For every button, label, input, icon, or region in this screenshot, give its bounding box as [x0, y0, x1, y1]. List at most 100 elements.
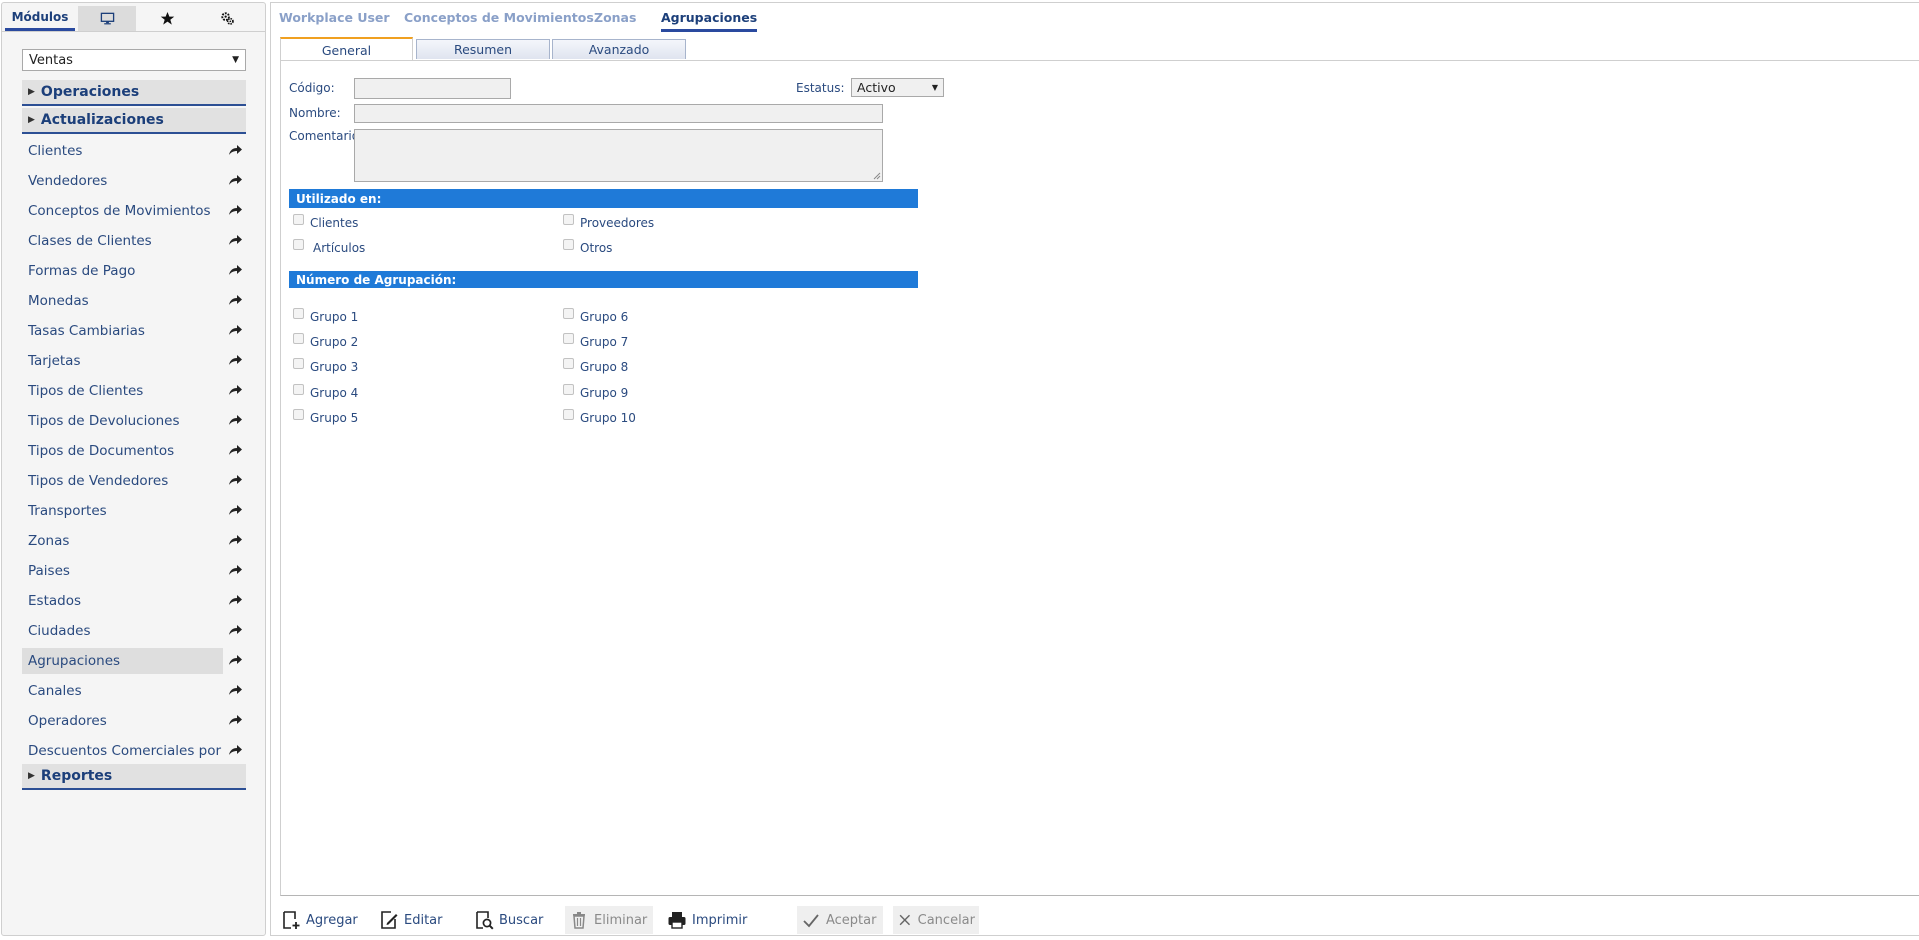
sidebar-item-tipos-de-vendedores[interactable]: Tipos de Vendedores [22, 468, 223, 494]
codigo-field[interactable] [354, 78, 511, 99]
comentario-textarea[interactable] [354, 129, 883, 182]
sidebar-item-ciudades[interactable]: Ciudades [22, 618, 223, 644]
share-arrow-icon[interactable] [227, 262, 243, 278]
checkbox-box[interactable] [293, 238, 304, 250]
share-arrow-icon[interactable] [227, 382, 243, 398]
sidebar-item-operadores[interactable]: Operadores [22, 708, 223, 734]
aceptar-button[interactable]: Aceptar [797, 906, 883, 934]
checkbox-box[interactable] [563, 383, 574, 395]
nombre-field[interactable] [354, 104, 883, 123]
tab-settings[interactable] [198, 6, 256, 31]
sidebar-item-monedas[interactable]: Monedas [22, 288, 223, 314]
sidebar-item-descuentos-comerciales-por-v[interactable]: Descuentos Comerciales por V [22, 738, 223, 764]
sidebar-item-paises[interactable]: Paises [22, 558, 223, 584]
checkbox-articulos[interactable]: Artículos [293, 238, 365, 255]
estatus-label: Estatus: [796, 81, 845, 95]
share-arrow-icon[interactable] [227, 202, 243, 218]
sidebar-item-tarjetas[interactable]: Tarjetas [22, 348, 223, 374]
eliminar-button[interactable]: Eliminar [565, 906, 653, 934]
share-arrow-icon[interactable] [227, 292, 243, 308]
checkbox-box[interactable] [293, 383, 304, 395]
checkbox-proveedores[interactable]: Proveedores [563, 213, 654, 230]
checkbox-box[interactable] [293, 408, 304, 420]
checkbox-grupo-4[interactable]: Grupo 4 [293, 383, 358, 400]
sidebar-item-zonas[interactable]: Zonas [22, 528, 223, 554]
checkbox-box[interactable] [293, 332, 304, 344]
subtab-resumen[interactable]: Resumen [416, 39, 550, 59]
checkbox-grupo-10[interactable]: Grupo 10 [563, 408, 636, 425]
sidebar-item-estados[interactable]: Estados [22, 588, 223, 614]
checkbox-grupo-6[interactable]: Grupo 6 [563, 307, 628, 324]
section-reportes[interactable]: ▶ Reportes [22, 764, 246, 790]
subtab-general[interactable]: General [280, 37, 413, 61]
tab-agrupaciones[interactable]: Agrupaciones [661, 10, 758, 32]
sidebar-item-canales[interactable]: Canales [22, 678, 223, 704]
tab-workplace-user[interactable]: Workplace User [279, 10, 390, 29]
sidebar-item-transportes[interactable]: Transportes [22, 498, 223, 524]
agregar-button[interactable]: Agregar [277, 906, 362, 934]
checkbox-box[interactable] [563, 307, 574, 319]
share-arrow-icon[interactable] [227, 712, 243, 728]
estatus-select[interactable]: Activo ▼ [851, 78, 944, 97]
checkbox-box[interactable] [293, 213, 304, 225]
sidebar-item-clases-de-clientes[interactable]: Clases de Clientes [22, 228, 223, 254]
cancelar-button[interactable]: Cancelar [893, 906, 979, 934]
tab-favorites[interactable] [138, 6, 196, 31]
sidebar-item-tipos-de-devoluciones[interactable]: Tipos de Devoluciones [22, 408, 223, 434]
checkbox-otros[interactable]: Otros [563, 238, 612, 255]
share-arrow-icon[interactable] [227, 502, 243, 518]
tab-desktop[interactable] [78, 6, 136, 31]
module-select[interactable]: Ventas ▼ [22, 49, 246, 71]
tab-conceptos-movimientos[interactable]: Conceptos de Movimientos [404, 10, 594, 29]
share-arrow-icon[interactable] [227, 742, 243, 758]
checkbox-grupo-9[interactable]: Grupo 9 [563, 383, 628, 400]
share-arrow-icon[interactable] [227, 352, 243, 368]
checkbox-grupo-7[interactable]: Grupo 7 [563, 332, 628, 349]
share-arrow-icon[interactable] [227, 472, 243, 488]
share-arrow-icon[interactable] [227, 142, 243, 158]
checkbox-grupo-5[interactable]: Grupo 5 [293, 408, 358, 425]
sidebar-item-vendedores[interactable]: Vendedores [22, 168, 223, 194]
share-arrow-icon[interactable] [227, 412, 243, 428]
sidebar-item-tipos-de-documentos[interactable]: Tipos de Documentos [22, 438, 223, 464]
editar-button[interactable]: Editar [375, 906, 447, 934]
section-operaciones[interactable]: ▶ Operaciones [22, 80, 246, 106]
section-actualizaciones[interactable]: ▶ Actualizaciones [22, 108, 246, 134]
sidebar-item-tipos-de-clientes[interactable]: Tipos de Clientes [22, 378, 223, 404]
checkbox-box[interactable] [293, 307, 304, 319]
sidebar-item-conceptos-de-movimientos[interactable]: Conceptos de Movimientos [22, 198, 223, 224]
share-arrow-icon[interactable] [227, 592, 243, 608]
share-arrow-icon[interactable] [227, 532, 243, 548]
share-arrow-icon[interactable] [227, 652, 243, 668]
sidebar-item-formas-de-pago[interactable]: Formas de Pago [22, 258, 223, 284]
checkbox-grupo-1[interactable]: Grupo 1 [293, 307, 358, 324]
share-arrow-icon[interactable] [227, 682, 243, 698]
star-icon [160, 11, 174, 25]
checkbox-box[interactable] [563, 213, 574, 225]
share-arrow-icon[interactable] [227, 442, 243, 458]
sidebar-item-tasas-cambiarias[interactable]: Tasas Cambiarias [22, 318, 223, 344]
sidebar-item-agrupaciones[interactable]: Agrupaciones [22, 648, 223, 674]
subtab-avanzado[interactable]: Avanzado [552, 39, 686, 59]
sidebar-item-clientes[interactable]: Clientes [22, 138, 223, 164]
gear-icon [220, 12, 234, 25]
checkbox-box[interactable] [293, 357, 304, 369]
checkbox-box[interactable] [563, 408, 574, 420]
share-arrow-icon[interactable] [227, 172, 243, 188]
share-arrow-icon[interactable] [227, 562, 243, 578]
tab-modulos[interactable]: Módulos [5, 6, 75, 31]
share-arrow-icon[interactable] [227, 622, 243, 638]
tab-zonas[interactable]: Zonas [594, 10, 636, 29]
checkbox-grupo-8[interactable]: Grupo 8 [563, 357, 628, 374]
checkbox-clientes[interactable]: Clientes [293, 213, 358, 230]
share-arrow-icon[interactable] [227, 322, 243, 338]
imprimir-button[interactable]: Imprimir [663, 906, 751, 934]
resize-grip-icon[interactable] [873, 172, 881, 180]
checkbox-grupo-3[interactable]: Grupo 3 [293, 357, 358, 374]
share-arrow-icon[interactable] [227, 232, 243, 248]
checkbox-box[interactable] [563, 238, 574, 250]
checkbox-box[interactable] [563, 357, 574, 369]
checkbox-box[interactable] [563, 332, 574, 344]
buscar-button[interactable]: Buscar [470, 906, 547, 934]
checkbox-grupo-2[interactable]: Grupo 2 [293, 332, 358, 349]
